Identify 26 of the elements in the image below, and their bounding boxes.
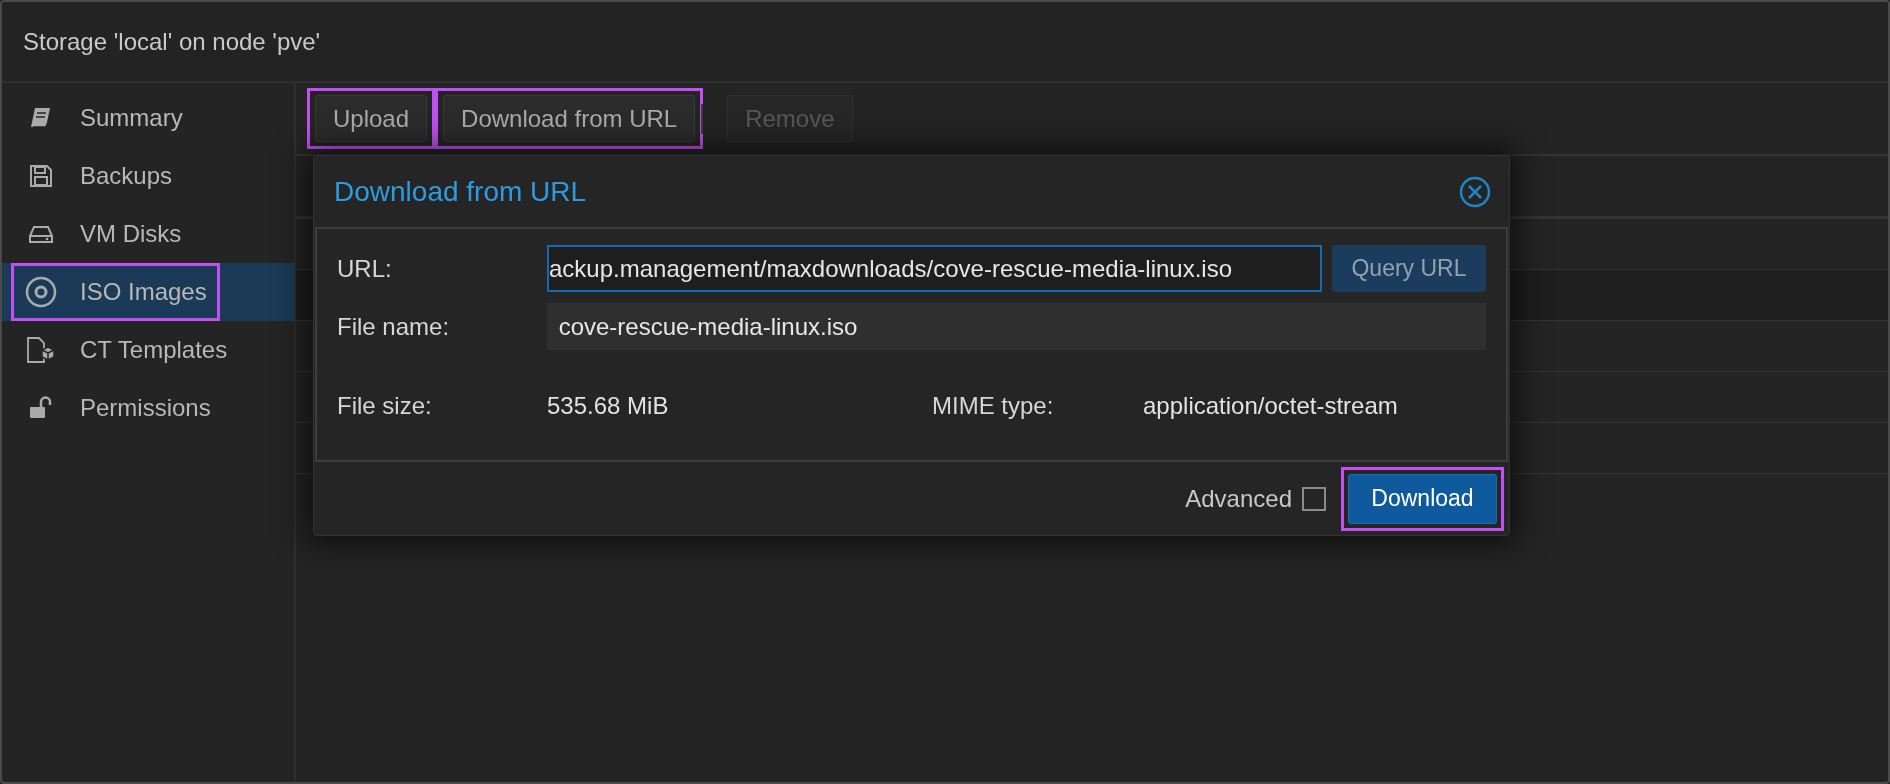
sidebar-item[interactable]: ISO Images [2,263,294,321]
advanced-checkbox[interactable] [1302,486,1326,511]
field-label: URL: [337,254,393,283]
sidebar-item[interactable]: CT Templates [2,321,294,379]
advanced-label: Advanced [1185,484,1292,513]
sidebar-item[interactable]: VM Disks [2,205,294,263]
disc-icon [25,276,57,308]
sidebar-item[interactable]: Summary [2,89,294,147]
field-label: MIME type: [932,392,1055,420]
field-label: File name: [337,312,451,341]
sidebar-item[interactable]: Permissions [2,379,294,437]
url-field[interactable]: ackup.management/maxdownloads/cove-rescue-media-linux.iso [547,245,1322,292]
toolbar-button[interactable]: Download from URL [443,95,696,142]
file-size-value: 535.68 MiB [547,392,670,420]
toolbar-button[interactable]: Upload [315,95,428,142]
file-name-field[interactable]: cove-rescue-media-linux.iso [546,303,1486,350]
field-label: File size: [337,392,433,420]
window-title: Storage 'local' on node 'pve' [23,27,321,56]
mime-type-value: application/octet-stream [1143,392,1398,420]
file-with-cube-icon [26,336,56,364]
close-icon[interactable] [1459,175,1491,208]
unlocked-padlock-icon [28,395,54,421]
download-button[interactable]: Download [1348,473,1497,524]
dialog-title: Download from URL [334,175,587,208]
sidebar-item[interactable]: Backups [2,147,294,205]
query-url-button[interactable]: Query URL [1332,245,1486,292]
